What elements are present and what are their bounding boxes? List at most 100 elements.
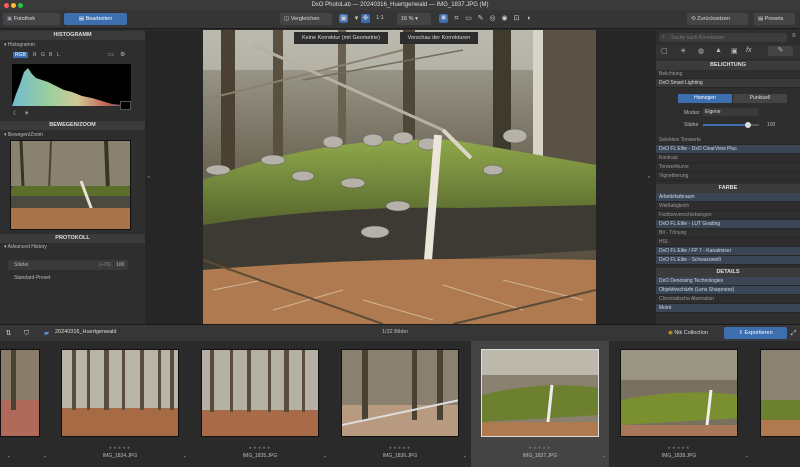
palette-row[interactable]: DxO FL Elite / FP 7 - Kanalmixer: [656, 247, 800, 256]
eye-preview-icon[interactable]: ◐: [525, 14, 534, 23]
palette-row[interactable]: Arbeitsfarbraum: [656, 193, 800, 202]
geometry-tab-icon[interactable]: ▣: [731, 47, 738, 55]
exposure-header[interactable]: BELICHTUNG: [656, 61, 800, 70]
collapse-right-icon[interactable]: ▸: [648, 174, 651, 180]
channel-g[interactable]: G: [41, 52, 45, 58]
filter-icon[interactable]: ⛉: [22, 329, 31, 338]
repair-icon[interactable]: ✎: [476, 14, 485, 23]
palette-row[interactable]: Moiré: [656, 304, 800, 313]
thumbnail: [201, 349, 319, 437]
palette-row[interactable]: DxO FL Elite - DxO ClearView Plus: [656, 145, 800, 154]
mode-uniform-button[interactable]: Homogen: [678, 94, 732, 103]
palette-row[interactable]: Bit - Tönung: [656, 229, 800, 238]
export-button[interactable]: ⇪ Exportieren: [724, 327, 787, 339]
palette-row[interactable]: Vignettierung: [656, 172, 800, 181]
mode-spot-button[interactable]: Punktuell: [733, 94, 787, 103]
history-row[interactable]: Stärke (+70) 100: [8, 260, 128, 270]
zoom-select[interactable]: 16 % ▾: [397, 13, 431, 25]
straighten-icon[interactable]: ✺: [439, 14, 448, 23]
channel-r[interactable]: R: [33, 52, 37, 58]
palette-row[interactable]: Farbtonverschiebungen: [656, 211, 800, 220]
watermark-icon[interactable]: ⊡: [512, 14, 521, 23]
local-adjust-icon[interactable]: ◎: [488, 14, 497, 23]
palette-row[interactable]: Selektive Tonwerte: [656, 136, 800, 145]
history-row[interactable]: Standard-Preset: [8, 273, 128, 283]
rating-stars[interactable]: ★★★★★: [192, 445, 328, 450]
color-header[interactable]: FARBE: [656, 184, 800, 193]
channel-rgb[interactable]: RGB: [13, 52, 28, 58]
tab-library[interactable]: ▣ Fotothek: [3, 13, 60, 25]
crop-icon[interactable]: ⌗: [452, 14, 461, 23]
redeye-icon[interactable]: ◉: [500, 14, 509, 23]
palette-row[interactable]: Tonwertkurve: [656, 163, 800, 172]
image-viewer[interactable]: Keine Korrektur (mit Geometrie) Vorschau…: [203, 30, 596, 324]
search-menu-icon[interactable]: ≡: [792, 33, 796, 39]
correction-search-input[interactable]: ⌕ Suche nach Korrekturen: [659, 33, 787, 42]
rating-stars[interactable]: ★★★★★: [471, 445, 609, 450]
history-header[interactable]: PROTOKOLL: [0, 234, 145, 243]
palette-row[interactable]: Chromatische Aberration: [656, 295, 800, 304]
sort-icon[interactable]: ⇅: [4, 329, 13, 338]
nik-collection-button[interactable]: ◉ Nik Collection: [664, 327, 720, 339]
histogram-label: ▾ Histogramm: [4, 42, 35, 48]
channel-l[interactable]: L: [57, 52, 60, 58]
favorites-tab-icon[interactable]: ✎: [768, 46, 793, 56]
histogram-header[interactable]: HISTOGRAMM: [0, 31, 145, 40]
move-tool-icon[interactable]: ✥: [361, 14, 370, 23]
strength-slider[interactable]: [703, 122, 759, 128]
filmstrip-item[interactable]: ★★★★★ IMG_1835.JPG ▪: [184, 341, 328, 467]
palette-row-smart-lighting[interactable]: DxO Smart Lighting: [656, 79, 800, 88]
rating-stars[interactable]: ★★★★★: [611, 445, 747, 450]
presets-button[interactable]: ▤ Presets: [754, 13, 795, 25]
filmstrip-item[interactable]: ★★★★★ IMG_1838.JPG ▪: [603, 341, 747, 467]
close-window-icon[interactable]: [4, 3, 9, 8]
detail-tab-icon[interactable]: ▲: [715, 47, 722, 54]
folder-name[interactable]: 20240316_Huertgenwald: [55, 329, 116, 335]
rating-stars[interactable]: ★★★★★: [332, 445, 468, 450]
mode-select[interactable]: Eigene: [703, 108, 759, 116]
palette-row[interactable]: Objektivschärfe (Lens Sharpness): [656, 286, 800, 295]
palette-row[interactable]: Belichtung: [656, 70, 800, 79]
no-correction-button[interactable]: Keine Korrektur (mit Geometrie): [294, 32, 388, 44]
reset-button[interactable]: ⟲ Zurücksetzen: [687, 13, 748, 25]
palette-row[interactable]: Weißabgleich: [656, 202, 800, 211]
palette-row[interactable]: HSL: [656, 238, 800, 247]
monitor-icon[interactable]: ▭: [108, 51, 114, 58]
filmstrip-item[interactable]: ▪: [0, 341, 45, 467]
rating-stars[interactable]: ★★★★★: [52, 445, 188, 450]
compare-button[interactable]: ◫ Vergleichen: [280, 13, 332, 25]
filmstrip-item-selected[interactable]: ★★★★★ IMG_1837.JPG ▪: [464, 341, 609, 467]
strength-slider-handle[interactable]: [744, 122, 751, 128]
filmstrip-item[interactable]: ▪: [746, 341, 800, 467]
camera-icon: ▪: [8, 454, 10, 460]
tab-edit[interactable]: ▤ Bearbeiten: [64, 13, 127, 25]
color-tab-icon[interactable]: ◍: [698, 47, 704, 55]
palette-row[interactable]: DxO FL Elite - LUT Grading: [656, 220, 800, 229]
one-to-one-button[interactable]: 1:1: [374, 14, 386, 23]
palette-row[interactable]: Kontrast: [656, 154, 800, 163]
details-header[interactable]: DETAILS: [656, 268, 800, 277]
filmstrip-item[interactable]: ★★★★★ IMG_1836.JPG ▪: [324, 341, 468, 467]
light-tab-icon[interactable]: ☀: [680, 47, 686, 55]
collapse-left-icon[interactable]: ◂: [147, 174, 150, 180]
move-zoom-header[interactable]: BEWEGEN/ZOOM: [0, 121, 145, 130]
histogram-settings-icon[interactable]: ⚙: [120, 51, 125, 58]
shadow-clip-icon[interactable]: ☾: [13, 110, 18, 117]
expand-icon[interactable]: ⤢: [789, 329, 798, 338]
zoom-window-icon[interactable]: [18, 3, 23, 8]
minimize-window-icon[interactable]: [11, 3, 16, 8]
all-tabs-icon[interactable]: ▢: [661, 47, 668, 55]
image-count: 1/32 Bilder: [382, 329, 409, 335]
highlight-clip-icon[interactable]: ☀: [24, 110, 29, 117]
palette-tabs: ▢ ☀ ◍ ▲ ▣ fx ✎: [656, 45, 800, 58]
navigator-preview[interactable]: [10, 140, 131, 230]
fit-dropdown-icon[interactable]: ▾: [352, 14, 361, 23]
effects-tab-icon[interactable]: fx: [746, 47, 751, 54]
channel-b[interactable]: B: [49, 52, 52, 58]
palette-row[interactable]: DxO FL Elite - Schwarzweiß: [656, 256, 800, 265]
filmstrip-item[interactable]: ★★★★★ IMG_1834.JPG ▪: [44, 341, 188, 467]
preview-corrections-button[interactable]: Vorschau der Korrekturen: [400, 32, 478, 44]
fit-view-icon[interactable]: ▣: [339, 14, 348, 23]
palette-row[interactable]: DxO Denoising Technologies: [656, 277, 800, 286]
perspective-icon[interactable]: ▭: [464, 14, 473, 23]
